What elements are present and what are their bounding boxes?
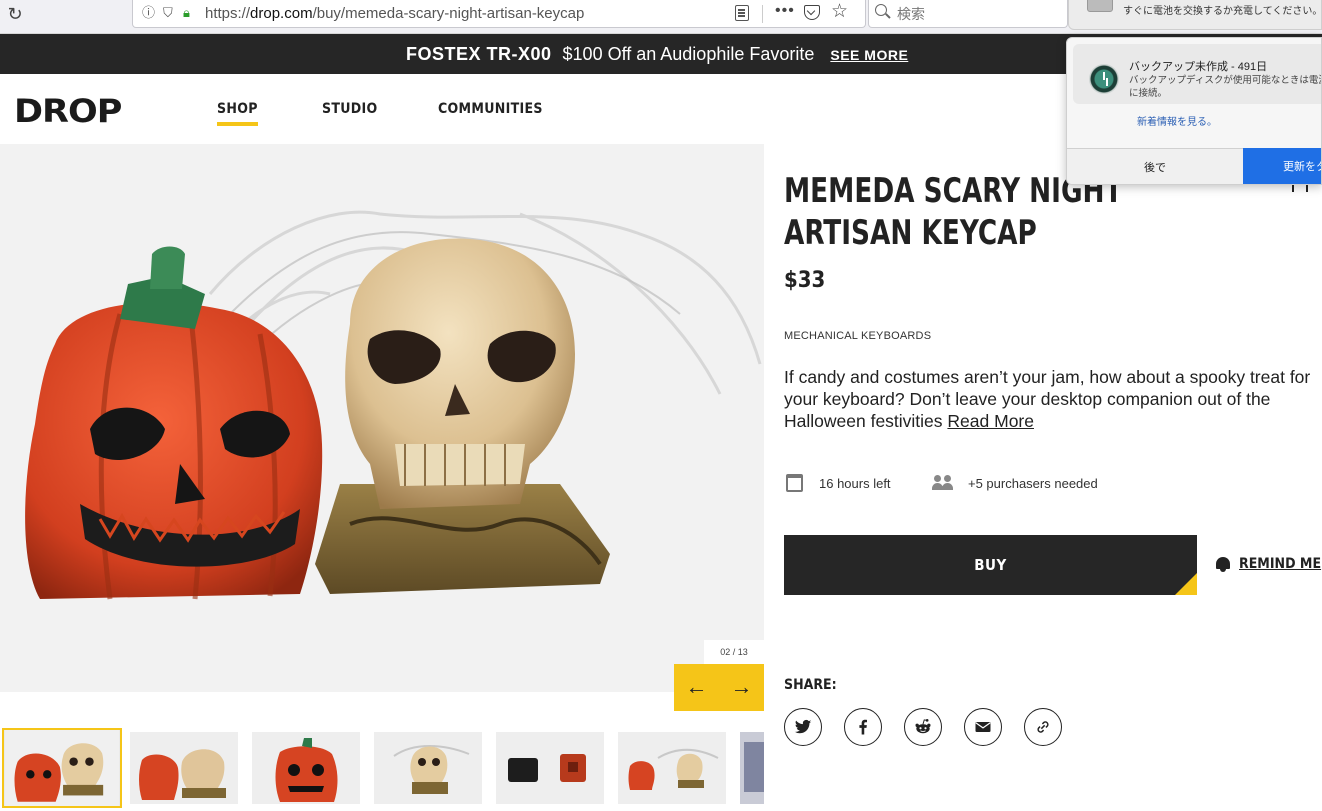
thumbnail-image bbox=[130, 732, 238, 804]
purchasers-text: +5 purchasers needed bbox=[968, 475, 1098, 491]
share-facebook-button[interactable] bbox=[844, 708, 882, 746]
product-category[interactable]: MECHANICAL KEYBOARDS bbox=[784, 330, 931, 342]
link-icon bbox=[1037, 721, 1049, 733]
search-placeholder: 検索 bbox=[897, 6, 925, 22]
thumbnail-7[interactable] bbox=[740, 732, 764, 804]
update-button[interactable]: 更新をタ bbox=[1243, 148, 1321, 184]
product-price: $33 bbox=[784, 268, 826, 293]
read-more-link[interactable]: Read More bbox=[947, 411, 1034, 431]
time-machine-icon bbox=[1089, 64, 1119, 94]
share-label: SHARE: bbox=[784, 677, 837, 693]
notification-body: バックアップディスクが使用可能なときは電源に接続。 bbox=[1129, 75, 1322, 99]
share-email-button[interactable] bbox=[964, 708, 1002, 746]
url-text[interactable]: https://drop.com/buy/memeda-scary-night-… bbox=[205, 5, 584, 22]
thumbnail-3[interactable] bbox=[252, 732, 360, 804]
pocket-icon[interactable] bbox=[804, 5, 820, 20]
description-text: If candy and costumes aren’t your jam, h… bbox=[784, 367, 1311, 431]
share-link-button[interactable] bbox=[1024, 708, 1062, 746]
battery-notification-text: すぐに電池を交換するか充電してください。 bbox=[1123, 6, 1322, 17]
thumbnail-5[interactable] bbox=[496, 732, 604, 804]
notification-card: バックアップ未作成 - 491日 バックアップディスクが使用可能なときは電源に接… bbox=[1073, 44, 1322, 104]
battery-notification[interactable]: すぐに電池を交換するか充電してください。 bbox=[1068, 0, 1322, 30]
thumbnail-6[interactable] bbox=[618, 732, 726, 804]
info-icon[interactable]: ⓘ bbox=[142, 5, 155, 21]
reload-icon[interactable]: ↻ bbox=[4, 3, 26, 25]
keycap-photo bbox=[25, 210, 762, 600]
thumbnail-image bbox=[5, 730, 119, 806]
promo-offer: $100 Off an Audiophile Favorite bbox=[562, 44, 815, 64]
remind-me-label: REMIND ME bbox=[1239, 556, 1322, 572]
promo-brand: FOSTEX TR-X00 bbox=[406, 44, 552, 64]
thumbnail-2[interactable] bbox=[130, 732, 238, 804]
buy-corner-accent bbox=[1175, 573, 1197, 595]
bookmark-star-icon[interactable]: ☆ bbox=[831, 2, 848, 22]
thumbnail-4[interactable] bbox=[374, 732, 482, 804]
reddit-icon bbox=[915, 719, 931, 734]
bell-icon bbox=[1214, 555, 1232, 573]
thumbnail-image bbox=[618, 732, 726, 804]
nav-shop[interactable]: SHOP bbox=[217, 101, 258, 126]
search-input[interactable]: 検索 bbox=[868, 0, 1068, 28]
later-button[interactable]: 後で bbox=[1067, 148, 1243, 184]
image-counter: 02 / 13 bbox=[704, 640, 764, 664]
share-twitter-button[interactable] bbox=[784, 708, 822, 746]
reader-view-icon[interactable] bbox=[735, 5, 749, 21]
more-actions-icon[interactable]: ••• bbox=[775, 2, 795, 20]
time-left: 16 hours left bbox=[786, 473, 891, 493]
twitter-icon bbox=[794, 719, 812, 734]
lock-icon[interactable]: 🔒︎ bbox=[183, 5, 190, 21]
email-icon bbox=[975, 722, 991, 732]
share-reddit-button[interactable] bbox=[904, 708, 942, 746]
notification-title: バックアップ未作成 - 491日 bbox=[1129, 61, 1268, 73]
whats-new-link[interactable]: 新着情報を見る。 bbox=[1137, 113, 1217, 128]
thumbnail-strip bbox=[0, 726, 764, 811]
thumbnail-image bbox=[740, 732, 764, 804]
drop-logo[interactable]: DROP bbox=[14, 94, 122, 131]
time-left-text: 16 hours left bbox=[819, 475, 891, 491]
see-more-link[interactable]: SEE MORE bbox=[830, 47, 908, 63]
buy-button[interactable]: BUY bbox=[784, 535, 1197, 595]
tracking-shield-icon[interactable]: ⛉ bbox=[163, 5, 173, 21]
divider bbox=[762, 5, 763, 23]
thumbnail-1[interactable] bbox=[2, 728, 122, 808]
facebook-icon bbox=[859, 719, 867, 735]
remind-me-button[interactable]: REMIND ME bbox=[1214, 555, 1321, 573]
time-machine-notification[interactable]: バックアップ未作成 - 491日 バックアップディスクが使用可能なときは電源に接… bbox=[1066, 37, 1322, 185]
thumbnail-image bbox=[374, 732, 482, 804]
thumbnail-image bbox=[252, 732, 360, 804]
nav-studio[interactable]: STUDIO bbox=[322, 101, 378, 117]
product-image[interactable] bbox=[0, 144, 764, 692]
thumbnail-image bbox=[496, 732, 604, 804]
search-icon bbox=[875, 4, 887, 16]
buy-label: BUY bbox=[974, 556, 1007, 574]
calendar-icon bbox=[786, 474, 803, 492]
purchasers-needed: +5 purchasers needed bbox=[932, 473, 1098, 493]
next-image-button[interactable]: → bbox=[719, 664, 764, 711]
people-icon bbox=[932, 475, 954, 491]
prev-image-button[interactable]: ← bbox=[674, 664, 719, 711]
product-description: If candy and costumes aren’t your jam, h… bbox=[784, 366, 1318, 432]
battery-icon bbox=[1087, 0, 1113, 12]
nav-communities[interactable]: COMMUNITIES bbox=[438, 101, 543, 117]
address-bar[interactable]: ⓘ ⛉ 🔒︎ https://drop.com/buy/memeda-scary… bbox=[132, 0, 866, 28]
arrow-left-icon: ← bbox=[685, 674, 708, 699]
arrow-right-icon: → bbox=[730, 674, 753, 699]
